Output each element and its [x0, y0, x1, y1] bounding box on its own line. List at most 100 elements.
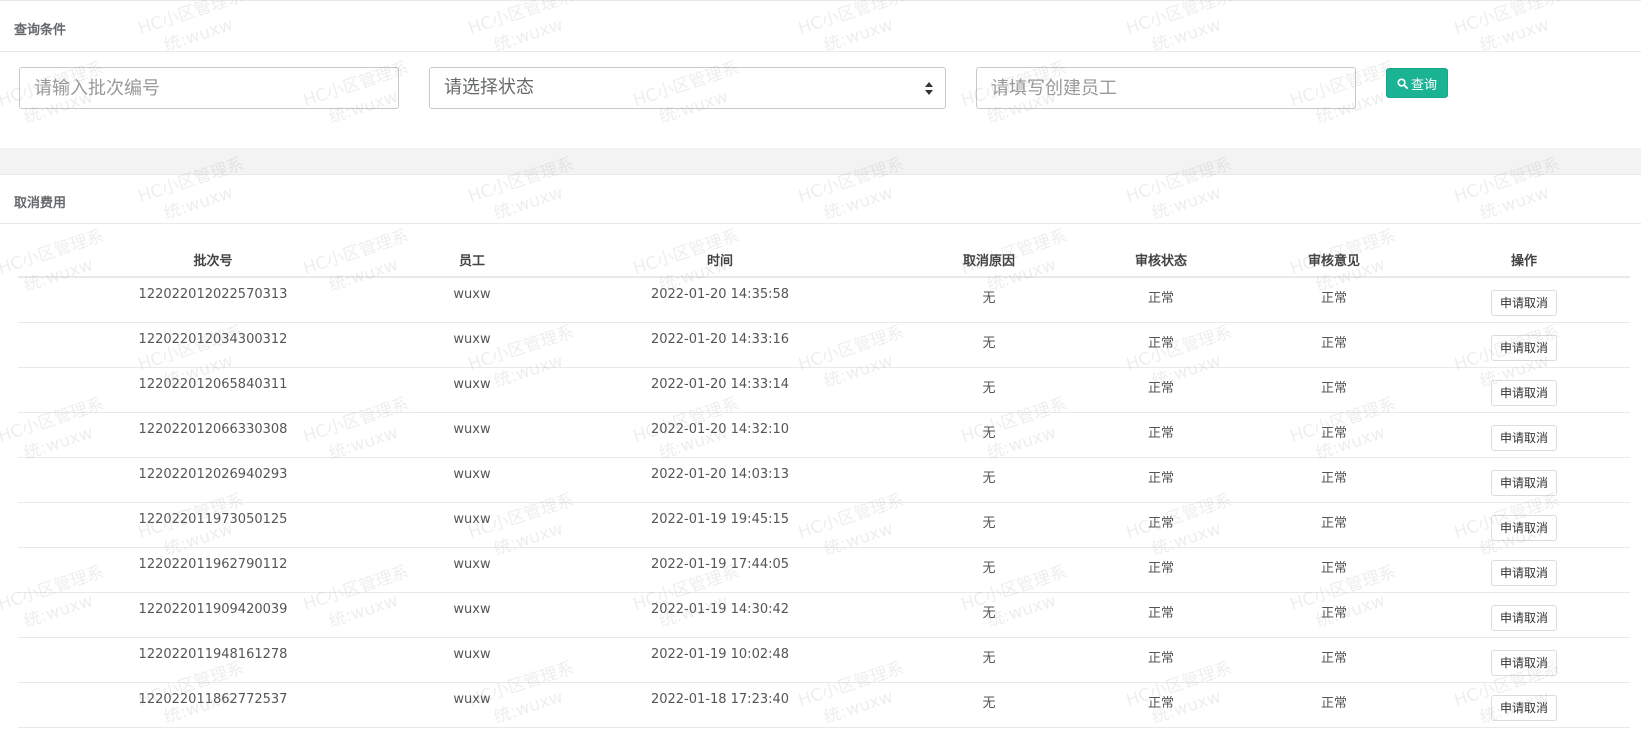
table-row: 122022011909420039 wuxw 2022-01-19 14:30:4…	[18, 593, 1630, 638]
staff-cell: wuxw	[453, 377, 491, 392]
query-button[interactable]: 查询	[1386, 68, 1448, 98]
table-row: 122022012066330308 wuxw 2022-01-20 14:32:1…	[18, 413, 1630, 458]
watermark-line: 统:wuxw	[1477, 14, 1552, 56]
audit-status-cell: 正常	[1147, 336, 1175, 351]
panel-separator	[0, 148, 1641, 175]
table-header: 批次号 员工 时间 取消原因 审核状态 审核意见 操作	[18, 236, 1630, 278]
table-row: 122022011862772537 wuxw 2022-01-18 17:23:4…	[18, 683, 1630, 728]
watermark-line: HC小区管理系	[465, 0, 577, 40]
batch-number-cell: 122022012034300312	[138, 332, 288, 347]
audit-status-cell: 正常	[1147, 426, 1175, 441]
watermark-line: HC小区管理系	[795, 0, 907, 40]
table-row: 122022011948161278 wuxw 2022-01-19 10:02:4…	[18, 638, 1630, 683]
audit-status-cell: 正常	[1147, 471, 1175, 486]
query-button-label: 查询	[1410, 77, 1437, 93]
status-select-placeholder: 请选择状态	[444, 77, 534, 98]
audit-opinion-cell: 正常	[1320, 426, 1348, 441]
audit-opinion-cell: 正常	[1320, 516, 1348, 531]
audit-opinion-cell: 正常	[1320, 651, 1348, 666]
audit-opinion-cell: 正常	[1320, 696, 1348, 711]
audit-opinion-cell: 正常	[1320, 381, 1348, 396]
apply-cancel-button[interactable]: 申请取消	[1490, 650, 1558, 676]
table-row: 122022012026940293 wuxw 2022-01-20 14:03:1…	[18, 458, 1630, 503]
watermark-line: 统:wuxw	[1149, 14, 1224, 56]
time-cell: 2022-01-20 14:35:58	[650, 287, 790, 302]
apply-cancel-button[interactable]: 申请取消	[1490, 290, 1558, 316]
watermark-text: HC小区管理系统:wuxw	[465, 0, 584, 64]
reason-cell: 无	[982, 516, 996, 531]
batch-number-cell: 122022011973050125	[138, 512, 288, 527]
reason-cell: 无	[982, 561, 996, 576]
watermark-text: HC小区管理系统:wuxw	[1451, 0, 1570, 64]
apply-cancel-button[interactable]: 申请取消	[1490, 515, 1558, 541]
apply-cancel-button[interactable]: 申请取消	[1490, 560, 1558, 586]
table-row: 122022012034300312 wuxw 2022-01-20 14:33:1…	[18, 323, 1630, 368]
audit-status-cell: 正常	[1147, 696, 1175, 711]
batch-number-input[interactable]	[19, 67, 399, 109]
watermark-text: HC小区管理系统:wuxw	[135, 0, 254, 64]
time-cell: 2022-01-20 14:33:14	[650, 377, 790, 392]
batch-number-cell: 122022011909420039	[138, 602, 288, 617]
select-arrows-icon	[925, 82, 933, 95]
watermark-line: HC小区管理系	[1123, 0, 1235, 40]
staff-cell: wuxw	[453, 557, 491, 572]
audit-opinion-cell: 正常	[1320, 561, 1348, 576]
watermark-line: HC小区管理系	[1451, 0, 1563, 40]
status-select[interactable]: 请选择状态	[429, 67, 946, 109]
staff-cell: wuxw	[453, 422, 491, 437]
apply-cancel-button[interactable]: 申请取消	[1490, 695, 1558, 721]
query-panel-divider	[0, 51, 1641, 52]
apply-cancel-button[interactable]: 申请取消	[1490, 380, 1558, 406]
apply-cancel-button[interactable]: 申请取消	[1490, 425, 1558, 451]
audit-opinion-cell: 正常	[1320, 291, 1348, 306]
column-header-batch: 批次号	[193, 254, 233, 269]
watermark-line: 统:wuxw	[161, 14, 236, 56]
time-cell: 2022-01-20 14:32:10	[650, 422, 790, 437]
column-header-reason: 取消原因	[962, 254, 1016, 269]
watermark-text: HC小区管理系统:wuxw	[795, 0, 914, 64]
cancel-fee-table: 批次号 员工 时间 取消原因 审核状态 审核意见 操作 122022012022…	[18, 236, 1630, 728]
reason-cell: 无	[982, 651, 996, 666]
reason-cell: 无	[982, 336, 996, 351]
reason-cell: 无	[982, 291, 996, 306]
time-cell: 2022-01-19 19:45:15	[650, 512, 790, 527]
top-border	[0, 0, 1641, 1]
reason-cell: 无	[982, 381, 996, 396]
cancel-panel-divider	[0, 223, 1641, 224]
query-panel-title: 查询条件	[14, 23, 67, 38]
creator-input[interactable]	[976, 67, 1356, 109]
cancel-panel-title: 取消费用	[14, 196, 67, 211]
batch-number-cell: 122022012065840311	[138, 377, 288, 392]
audit-status-cell: 正常	[1147, 381, 1175, 396]
apply-cancel-button[interactable]: 申请取消	[1490, 335, 1558, 361]
reason-cell: 无	[982, 606, 996, 621]
cancel-panel-top-border	[0, 174, 1641, 175]
column-header-action: 操作	[1510, 254, 1538, 269]
staff-cell: wuxw	[453, 332, 491, 347]
column-header-audit-status: 审核状态	[1134, 254, 1188, 269]
audit-status-cell: 正常	[1147, 651, 1175, 666]
apply-cancel-button[interactable]: 申请取消	[1490, 470, 1558, 496]
audit-status-cell: 正常	[1147, 291, 1175, 306]
time-cell: 2022-01-19 17:44:05	[650, 557, 790, 572]
batch-number-cell: 122022012026940293	[138, 467, 288, 482]
time-cell: 2022-01-18 17:23:40	[650, 692, 790, 707]
table-row: 122022011973050125 wuxw 2022-01-19 19:45:1…	[18, 503, 1630, 548]
staff-cell: wuxw	[453, 647, 491, 662]
watermark-line: 统:wuxw	[821, 14, 896, 56]
time-cell: 2022-01-20 14:03:13	[650, 467, 790, 482]
batch-number-cell: 122022012066330308	[138, 422, 288, 437]
search-icon	[1397, 77, 1408, 89]
column-header-audit-opinion: 审核意见	[1307, 254, 1361, 269]
time-cell: 2022-01-19 14:30:42	[650, 602, 790, 617]
audit-opinion-cell: 正常	[1320, 471, 1348, 486]
batch-number-cell: 122022011862772537	[138, 692, 288, 707]
staff-cell: wuxw	[453, 287, 491, 302]
staff-cell: wuxw	[453, 512, 491, 527]
apply-cancel-button[interactable]: 申请取消	[1490, 605, 1558, 631]
staff-cell: wuxw	[453, 467, 491, 482]
watermark-line: HC小区管理系	[135, 0, 247, 40]
audit-opinion-cell: 正常	[1320, 606, 1348, 621]
audit-status-cell: 正常	[1147, 561, 1175, 576]
table-row: 122022012022570313 wuxw 2022-01-20 14:35:5…	[18, 278, 1630, 323]
